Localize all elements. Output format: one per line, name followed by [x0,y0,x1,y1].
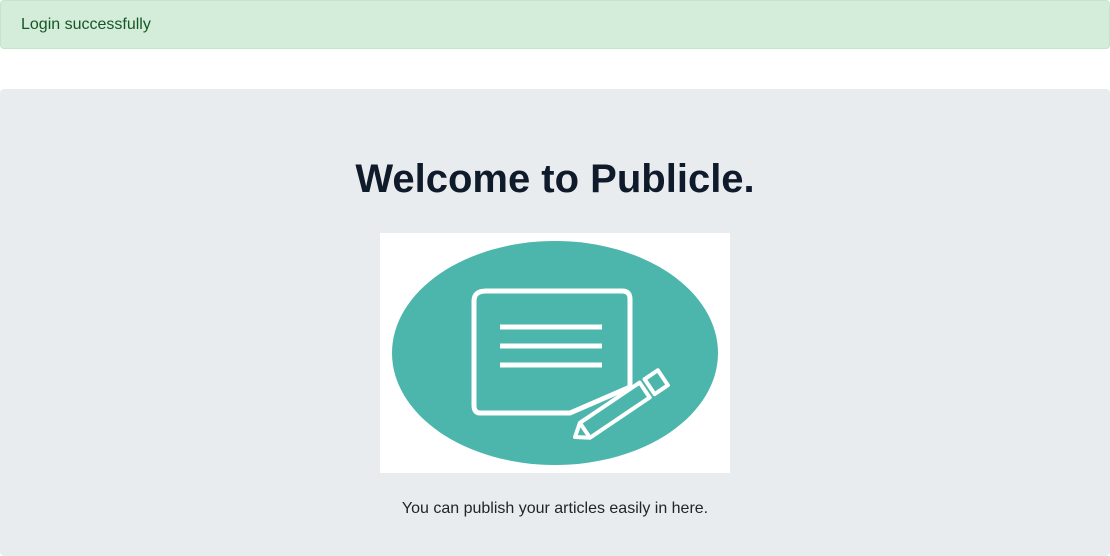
page-title: Welcome to Publicle. [355,157,755,201]
publish-illustration [380,233,730,473]
document-edit-icon [392,241,718,465]
login-success-alert: Login successfully [0,0,1110,49]
alert-message: Login successfully [21,16,151,33]
page-description: You can publish your articles easily in … [401,500,709,517]
